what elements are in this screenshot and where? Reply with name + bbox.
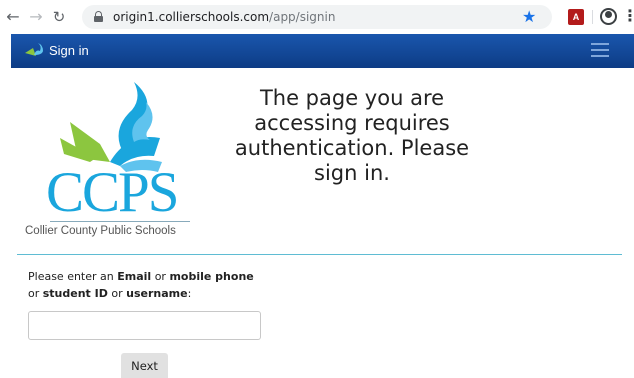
url-host: origin1.collierschools.com [113, 10, 270, 24]
login-identifier-input[interactable] [28, 311, 261, 340]
star-icon[interactable]: ★ [522, 7, 536, 26]
browser-toolbar: ← → ↻ origin1.collierschools.com/app/sig… [0, 0, 634, 34]
app-header: Sign in [11, 34, 634, 68]
address-bar[interactable]: origin1.collierschools.com/app/signin ★ [82, 5, 552, 29]
school-name: Collier County Public Schools [25, 225, 176, 237]
reload-icon[interactable]: ↻ [50, 8, 68, 26]
lock-icon[interactable] [94, 11, 103, 22]
back-arrow-icon[interactable]: ← [4, 8, 22, 26]
forward-arrow-icon[interactable]: → [27, 8, 45, 26]
section-divider [17, 254, 622, 255]
menu-dots-icon[interactable]: ⋮ [622, 8, 634, 24]
auth-required-message: The page you are accessing requires auth… [234, 86, 470, 185]
next-button[interactable]: Next [121, 353, 168, 378]
url-text[interactable]: origin1.collierschools.com/app/signin [113, 10, 335, 24]
account-icon[interactable] [600, 8, 617, 25]
header-title: Sign in [49, 43, 89, 58]
ccps-mini-logo-icon [25, 43, 43, 56]
toolbar-separator [592, 10, 593, 24]
pdf-extension-icon[interactable]: A [568, 9, 584, 25]
signin-card: CCPS Collier County Public Schools The p… [17, 74, 622, 378]
logo-underline [50, 221, 190, 222]
hamburger-menu-icon[interactable] [591, 43, 609, 57]
ccps-logo-letters: CCPS [46, 161, 179, 224]
url-path: /app/signin [269, 10, 336, 24]
login-prompt: Please enter an Email or mobile phone or … [28, 270, 254, 300]
